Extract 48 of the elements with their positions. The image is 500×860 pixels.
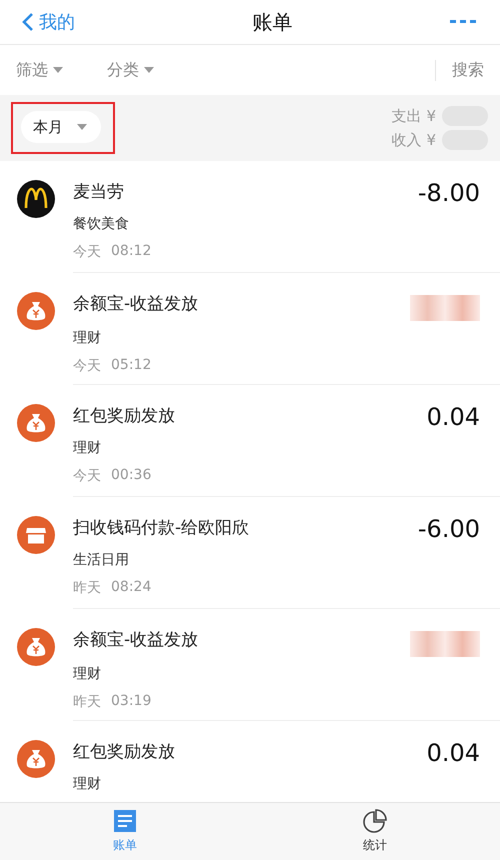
back-icon	[22, 12, 34, 32]
page-title: 账单	[252, 8, 292, 36]
transaction-title: 红包奖励发放	[73, 405, 175, 428]
arches-logo-icon	[17, 180, 55, 218]
filter-dropdown[interactable]: 分类	[107, 60, 154, 80]
transaction-time: 03:19	[111, 693, 152, 711]
money-bag-icon	[17, 292, 55, 330]
blurred-amount	[410, 631, 480, 657]
money-bag-icon	[17, 404, 55, 442]
more-icon[interactable]	[450, 19, 476, 25]
transaction-amount: -8.00	[418, 179, 480, 207]
document-icon	[113, 809, 137, 833]
blurred-amount	[410, 295, 480, 321]
transaction-category: 生活日用	[73, 551, 130, 569]
transaction-amount: -6.00	[418, 515, 480, 543]
expense-label: 支出 ¥	[392, 106, 436, 126]
transaction-day: 今天	[73, 243, 101, 261]
tab-bar-item[interactable]: 账单	[101, 803, 149, 860]
filter-dropdown[interactable]: 筛选	[16, 60, 63, 80]
transaction-day: 今天	[73, 357, 101, 375]
transaction-title: 余额宝-收益发放	[73, 629, 198, 652]
transaction-amount: 0.04	[426, 403, 480, 431]
transaction-title: 扫收钱码付款-给欧阳欣	[73, 517, 250, 540]
back-button[interactable]: 我的	[22, 10, 75, 34]
transaction-title: 麦当劳	[73, 181, 124, 204]
transaction-time: 08:24	[111, 579, 152, 597]
transaction-amount: 0.04	[426, 739, 480, 767]
money-bag-icon	[17, 740, 55, 778]
income-label: 收入 ¥	[392, 130, 436, 150]
transaction-time: 08:12	[111, 243, 152, 261]
money-bag-icon	[17, 628, 55, 666]
pie-chart-icon	[363, 809, 387, 833]
search-button[interactable]: 搜索	[435, 60, 484, 80]
transaction-day: 昨天	[73, 693, 101, 711]
shop-icon	[17, 516, 55, 554]
transaction-category: 理财	[73, 665, 102, 683]
transaction-category: 理财	[73, 775, 102, 793]
month-dropdown[interactable]: 本月	[21, 111, 101, 143]
transaction-day: 今天	[73, 467, 101, 485]
transaction-title: 余额宝-收益发放	[73, 293, 198, 316]
transaction-category: 理财	[73, 439, 102, 457]
transaction-day: 昨天	[73, 579, 101, 597]
transaction-category: 理财	[73, 329, 102, 347]
transaction-category: 餐饮美食	[73, 215, 130, 233]
tab-bar-item[interactable]: 统计	[351, 803, 399, 860]
transaction-time: 05:12	[111, 357, 152, 375]
transaction-time: 00:36	[111, 467, 152, 485]
transaction-title: 红包奖励发放	[73, 741, 175, 764]
